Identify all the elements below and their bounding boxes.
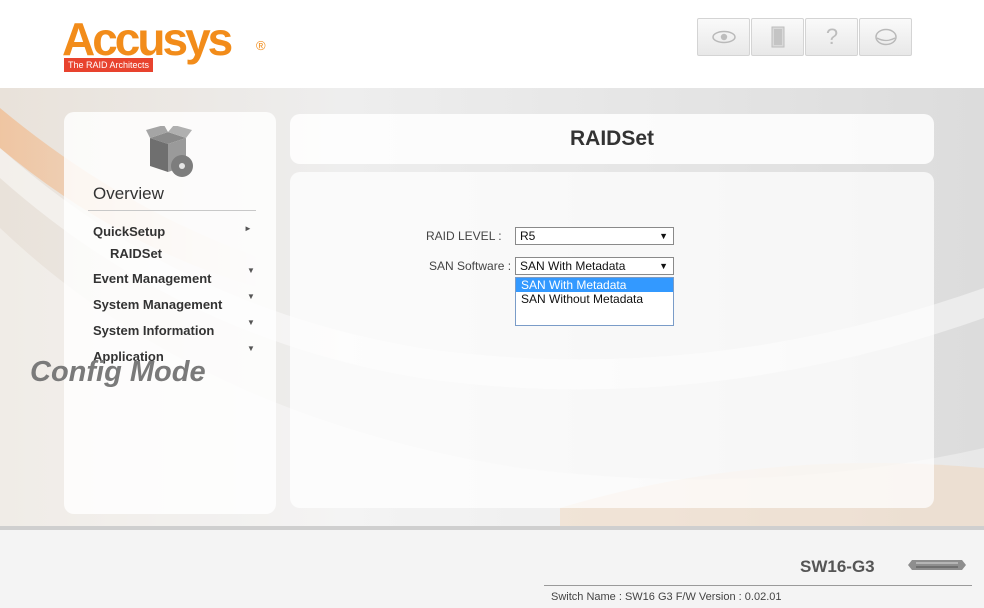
dropdown-arrow-icon: ▼ [247, 292, 255, 301]
firmware-info: Switch Name : SW16 G3 F/W Version : 0.02… [551, 591, 782, 603]
san-software-value: SAN With Metadata [520, 259, 626, 273]
sidebar-subitem-raidset[interactable]: RAIDSet [110, 246, 162, 261]
san-software-dropdown: SAN With Metadata SAN Without Metadata [515, 277, 674, 326]
san-software-label: SAN Software : [429, 259, 512, 273]
overview-divider [88, 210, 256, 211]
raid-level-value: R5 [520, 229, 536, 243]
title-panel: RAIDSet [290, 114, 934, 164]
dropdown-arrow-icon: ▼ [247, 318, 255, 327]
dropdown-option-san-with-metadata[interactable]: SAN With Metadata [516, 278, 673, 292]
door-icon [771, 26, 784, 48]
page-title: RAIDSet [569, 127, 654, 150]
dropdown-option-san-without-metadata[interactable]: SAN Without Metadata [516, 292, 673, 306]
logo-tagline: The RAID Architects [64, 58, 154, 72]
chevron-down-icon: ▼ [659, 231, 668, 241]
mode-label: Config Mode [30, 356, 206, 388]
header: Accusys ® The RAID Architects ? [0, 0, 984, 88]
footer-divider [544, 585, 972, 586]
sidebar-item-system-management[interactable]: System Management [93, 297, 222, 312]
overview-link[interactable]: Overview [93, 184, 164, 204]
eye-icon [711, 30, 736, 44]
raid-level-label: RAID LEVEL : [426, 229, 502, 243]
san-software-select[interactable]: SAN With Metadata ▼ [515, 257, 674, 275]
sidebar-item-quicksetup[interactable]: QuickSetup [93, 224, 165, 239]
help-button[interactable]: ? [805, 18, 858, 56]
svg-text:?: ? [825, 25, 837, 49]
sidebar-item-system-information[interactable]: System Information [93, 323, 214, 338]
help-icon: ? [825, 25, 837, 49]
dropdown-arrow-icon: ▼ [247, 266, 255, 275]
model-name: SW16-G3 [800, 557, 875, 576]
chevron-down-icon: ▼ [659, 261, 668, 271]
expand-arrow-icon: ► [244, 224, 252, 233]
content-panel [290, 172, 934, 508]
switch-device-icon [908, 560, 966, 570]
logout-button[interactable] [751, 18, 804, 56]
disk-icon [874, 28, 897, 46]
sidebar: Overview QuickSetup ► RAIDSet Event Mana… [64, 112, 276, 514]
sidebar-item-event-management[interactable]: Event Management [93, 271, 211, 286]
monitor-button[interactable] [697, 18, 750, 56]
accusys-logo: Accusys ® The RAID Architects [62, 14, 272, 76]
disk-button[interactable] [859, 18, 912, 56]
logo-registered-mark: ® [256, 38, 266, 53]
package-disc-icon [146, 126, 193, 177]
header-toolbar: ? [697, 18, 913, 56]
dropdown-arrow-icon: ▼ [247, 344, 255, 353]
logo-wordmark: Accusys [62, 13, 233, 65]
raid-level-select[interactable]: R5 ▼ [515, 227, 674, 245]
